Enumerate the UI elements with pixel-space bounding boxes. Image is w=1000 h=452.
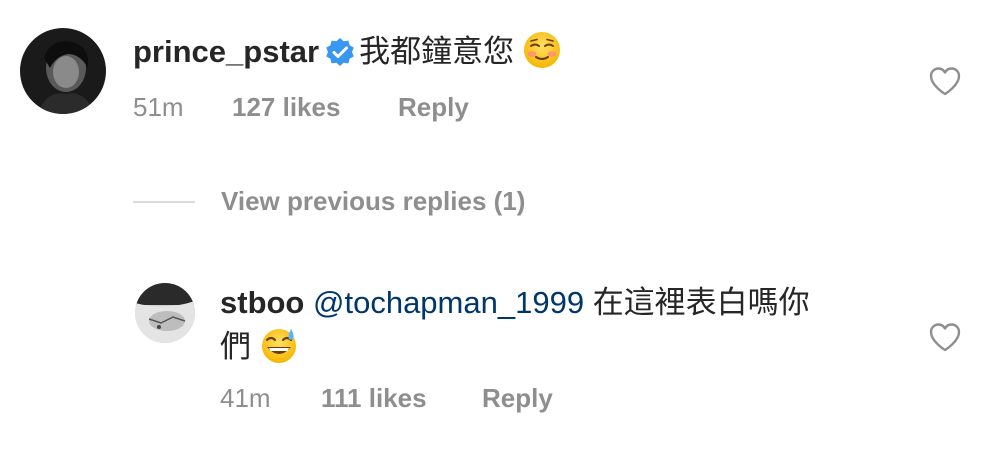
comment-time: 51m: [133, 92, 184, 122]
comment-text: 在這裡表白嗎你: [592, 285, 810, 320]
comment-stboo: stboo @tochapman_1999 在這裡表白嗎你 們 41m 111 …: [0, 270, 1000, 450]
verified-badge-icon: [325, 37, 355, 67]
avatar[interactable]: [20, 28, 106, 114]
grinning-sweat-icon: [259, 325, 299, 365]
comment-text-continued: 們: [220, 329, 251, 364]
like-heart-icon[interactable]: [928, 66, 962, 96]
comment-time: 41m: [220, 383, 271, 413]
mention-link[interactable]: @tochapman_1999: [313, 285, 584, 320]
comment-text-line-2: 們: [220, 325, 299, 366]
comment-text-line-1: stboo @tochapman_1999 在這裡表白嗎你: [220, 284, 810, 322]
reply-button[interactable]: Reply: [398, 92, 469, 123]
comment-text: 我都鐘意您: [359, 34, 515, 69]
avatar[interactable]: [135, 283, 195, 343]
comment-meta: 51m 127 likes Reply: [133, 92, 633, 124]
comment-text-line: prince_pstar 我都鐘意您: [133, 30, 562, 71]
username[interactable]: stboo: [220, 285, 304, 320]
comment-prince-pstar: prince_pstar 我都鐘意您 51m 127 likes Reply: [0, 0, 1000, 140]
replies-divider: [133, 201, 195, 203]
likes-count[interactable]: 127 likes: [232, 92, 340, 123]
like-heart-icon[interactable]: [928, 322, 962, 352]
smiling-face-icon: [522, 30, 562, 70]
view-previous-replies-button[interactable]: View previous replies (1): [221, 186, 525, 217]
comment-meta: 41m 111 likes Reply: [220, 383, 720, 415]
reply-button[interactable]: Reply: [482, 383, 553, 414]
likes-count[interactable]: 111 likes: [321, 383, 427, 414]
username[interactable]: prince_pstar: [133, 34, 319, 69]
